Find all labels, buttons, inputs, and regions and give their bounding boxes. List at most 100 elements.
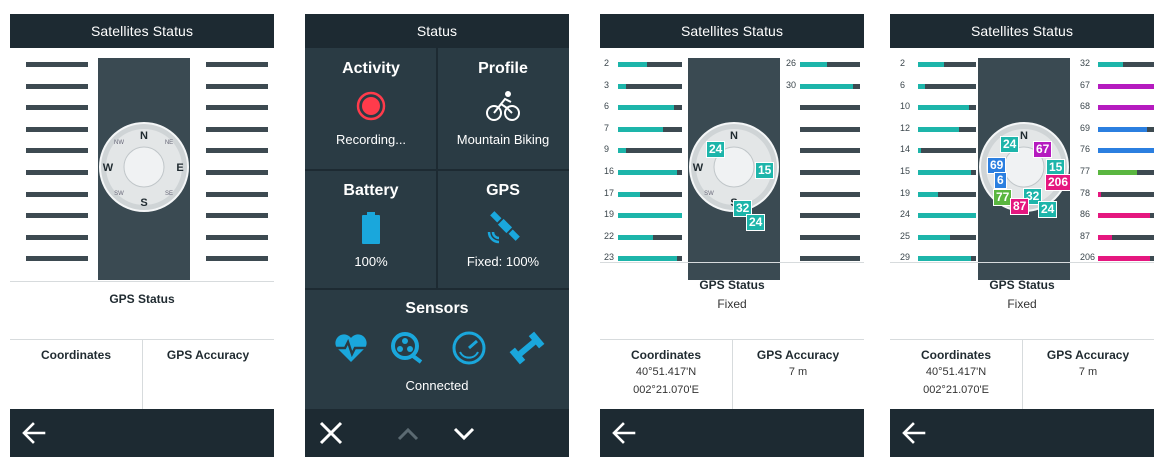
signal-bar-empty — [26, 170, 88, 175]
power-icon[interactable] — [509, 330, 545, 366]
signal-bar-empty — [800, 191, 860, 197]
compass-w: W — [693, 162, 704, 174]
signal-bar — [618, 126, 682, 132]
signal-fill — [618, 191, 640, 197]
bottom-bar — [600, 409, 864, 457]
close-icon[interactable] — [317, 419, 345, 447]
speed-icon[interactable] — [451, 330, 487, 366]
signal-fill — [918, 170, 971, 175]
signal-fill — [618, 170, 677, 175]
sky-satellite-tag: 15 — [755, 162, 775, 179]
battery-cell[interactable]: Battery 100% — [305, 170, 437, 288]
signal-fill — [918, 148, 921, 154]
screen-title: Satellites Status — [890, 14, 1154, 48]
satellite-id: 19 — [604, 209, 615, 220]
satellite-id: 12 — [900, 122, 911, 133]
sky-satellite-tag: 206 — [1045, 174, 1072, 191]
signal-bar-empty — [26, 213, 88, 219]
signal-bar-empty — [26, 105, 88, 111]
satellite-id: 23 — [604, 252, 615, 263]
signal-fill — [918, 234, 950, 240]
satellite-signal-area: N S W E NW NE SW SE — [10, 48, 274, 286]
back-arrow-icon[interactable] — [20, 419, 48, 447]
satellite-id: 17 — [604, 187, 615, 198]
signal-bar-empty — [800, 105, 860, 111]
activity-cell[interactable]: Activity Recording... — [305, 48, 437, 166]
signal-bar — [918, 213, 976, 219]
signal-bar-empty — [206, 148, 268, 154]
screen-title: Satellites Status — [600, 14, 864, 48]
chevron-down-icon[interactable] — [451, 421, 477, 447]
signal-bar-empty — [206, 62, 268, 67]
signal-bar-empty — [800, 213, 860, 219]
gps-accuracy-value: 7 m — [1078, 366, 1098, 378]
satellite-id: 19 — [900, 187, 911, 198]
battery-label: Battery — [343, 182, 399, 199]
signal-fill — [618, 83, 626, 89]
signal-fill — [918, 62, 944, 67]
coordinates-lat: 40°51.417'N — [635, 366, 697, 378]
signal-bar — [1098, 170, 1154, 175]
profile-cell[interactable]: Profile Mountain Biking — [437, 48, 569, 166]
signal-fill — [918, 126, 959, 132]
record-icon[interactable] — [353, 88, 389, 124]
signal-bar-empty — [800, 148, 860, 154]
signal-fill — [1098, 83, 1154, 89]
signal-fill — [918, 105, 969, 111]
chevron-up-icon[interactable] — [395, 421, 421, 447]
signal-bar-empty — [26, 234, 88, 240]
profile-label: Profile — [478, 60, 528, 77]
signal-bar — [918, 191, 976, 197]
signal-bar — [918, 83, 976, 89]
battery-icon — [362, 212, 380, 244]
signal-fill — [800, 83, 853, 89]
compass-n: N — [140, 130, 148, 142]
bike-icon[interactable] — [485, 88, 521, 124]
signal-bar — [618, 234, 682, 240]
compass-sw: SW — [704, 191, 714, 197]
coordinates-lon: 002°21.070'E — [923, 384, 989, 396]
satellite-id: 3 — [604, 79, 610, 90]
signal-bar — [1098, 126, 1154, 132]
sky-satellite-tag: 24 — [746, 214, 766, 231]
signal-fill — [1098, 213, 1150, 219]
gps-accuracy-value: 7 m — [788, 366, 808, 378]
cadence-icon[interactable] — [389, 330, 425, 366]
activity-value: Recording... — [335, 132, 407, 147]
signal-bar-empty — [206, 213, 268, 219]
gps-accuracy-label: GPS Accuracy — [166, 348, 250, 362]
signal-bar-empty — [26, 126, 88, 132]
back-arrow-icon[interactable] — [610, 419, 638, 447]
gps-status-value: Fixed — [1007, 297, 1037, 311]
signal-bar — [618, 83, 682, 89]
satellite-icon — [487, 211, 520, 244]
gps-status-label: GPS Status — [989, 278, 1055, 292]
sky-satellite-tag: 24 — [1000, 136, 1020, 153]
signal-fill — [1098, 126, 1147, 132]
signal-fill — [918, 83, 925, 89]
satellite-id: 24 — [900, 209, 911, 220]
satellites-screen-empty: Satellites Status N S W E NW NE SW SE GP… — [10, 14, 274, 457]
sensors-label: Sensors — [405, 300, 469, 317]
gps-accuracy-label: GPS Accuracy — [756, 348, 840, 362]
sensors-value: Connected — [405, 378, 469, 393]
signal-bar-empty — [206, 234, 268, 240]
compass-icon: N S W E NW NE SW SE — [99, 122, 189, 212]
signal-bar — [1098, 62, 1154, 67]
gps-status-value: Fixed — [717, 297, 747, 311]
compass-n: N — [730, 130, 738, 142]
signal-fill — [918, 256, 971, 262]
signal-bar-empty — [800, 234, 860, 240]
back-arrow-icon[interactable] — [900, 419, 928, 447]
signal-bar-empty — [206, 256, 268, 262]
sky-satellite-tag: 87 — [1010, 198, 1030, 215]
signal-fill — [1098, 148, 1154, 154]
divider — [890, 262, 1154, 263]
gps-cell[interactable]: GPS Fixed: 100% — [437, 170, 569, 288]
satellite-id: 78 — [1080, 187, 1091, 198]
signal-bar — [1098, 191, 1154, 197]
satellite-id: 67 — [1080, 79, 1091, 90]
gps-label: GPS — [486, 182, 520, 199]
signal-bar — [1098, 256, 1154, 262]
heart-rate-icon[interactable] — [333, 330, 369, 366]
